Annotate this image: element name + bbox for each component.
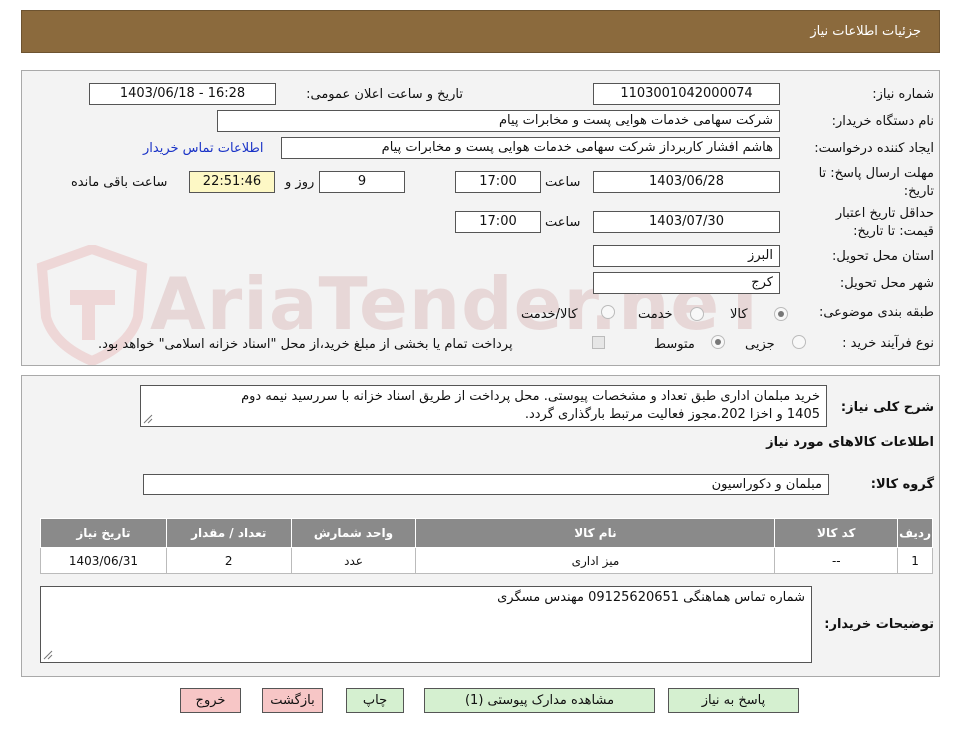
city-field: کرج xyxy=(593,272,780,294)
buyer-notes-textarea[interactable]: شماره تماس هماهنگی 09125620651 مهندس مسگ… xyxy=(40,586,812,663)
deadline-date-field: 1403/06/28 xyxy=(593,171,780,193)
need-number-label: شماره نیاز: xyxy=(872,87,934,102)
requester-field: هاشم افشار کاربرداز شرکت سهامی خدمات هوا… xyxy=(281,137,780,159)
category-both-label: کالا/خدمت xyxy=(521,307,578,322)
cell-code: -- xyxy=(774,547,899,574)
resize-grip-icon[interactable] xyxy=(43,650,53,660)
province-label: استان محل تحویل: xyxy=(832,249,934,264)
col-header-code: کد کالا xyxy=(774,518,899,548)
goods-info-title: اطلاعات کالاهای مورد نیاز xyxy=(766,435,934,450)
province-field: البرز xyxy=(593,245,780,267)
table-row: 1 -- میز اداری عدد 2 1403/06/31 xyxy=(40,547,933,574)
category-service-radio[interactable] xyxy=(690,307,704,321)
buyer-org-label: نام دستگاه خریدار: xyxy=(831,114,934,129)
buyer-contact-link[interactable]: اطلاعات تماس خریدار xyxy=(143,141,263,156)
print-button[interactable]: چاپ xyxy=(346,688,404,713)
exit-button[interactable]: خروج xyxy=(180,688,241,713)
goods-table: ردیف کد کالا نام کالا واحد شمارش تعداد /… xyxy=(40,518,933,574)
deadline-time-field: 17:00 xyxy=(455,171,541,193)
cell-quantity: 2 xyxy=(165,547,292,574)
need-number-field: 1103001042000074 xyxy=(593,83,780,105)
validity-label-line2: قیمت: تا تاریخ: xyxy=(853,224,934,239)
process-medium-label: متوسط xyxy=(654,337,695,352)
summary-label: شرح کلی نیاز: xyxy=(840,400,934,415)
col-header-unit: واحد شمارش xyxy=(290,518,417,548)
city-label: شهر محل تحویل: xyxy=(839,276,934,291)
process-partial-label: جزیی xyxy=(745,337,775,352)
category-both-radio[interactable] xyxy=(601,305,615,319)
page-header: جزئیات اطلاعات نیاز xyxy=(21,10,940,53)
reply-button[interactable]: پاسخ به نیاز xyxy=(668,688,799,713)
days-remaining-field: 9 xyxy=(319,171,405,193)
summary-textarea[interactable]: خرید مبلمان اداری طبق تعداد و مشخصات پیو… xyxy=(140,385,827,427)
treasury-payment-note: پرداخت تمام یا بخشی از مبلغ خرید،از محل … xyxy=(98,337,513,352)
category-label: طبقه بندی موضوعی: xyxy=(818,305,934,320)
announce-datetime-field: 1403/06/18 - 16:28 xyxy=(89,83,276,105)
deadline-label-line2: تاریخ: xyxy=(903,184,934,199)
process-medium-radio[interactable] xyxy=(711,335,725,349)
cell-date: 1403/06/31 xyxy=(40,547,167,574)
cell-row-number: 1 xyxy=(897,547,933,574)
view-attachments-button[interactable]: مشاهده مدارک پیوستی (1) xyxy=(424,688,655,713)
summary-line-1: خرید مبلمان اداری طبق تعداد و مشخصات پیو… xyxy=(241,389,820,404)
process-label: نوع فرآیند خرید : xyxy=(842,336,934,351)
cell-unit: عدد xyxy=(290,547,417,574)
category-goods-radio[interactable] xyxy=(774,307,788,321)
resize-grip-icon[interactable] xyxy=(143,414,153,424)
remaining-label: ساعت باقی مانده xyxy=(71,175,168,190)
page-title: جزئیات اطلاعات نیاز xyxy=(810,24,921,39)
category-service-label: خدمت xyxy=(638,307,673,322)
validity-time-field: 17:00 xyxy=(455,211,541,233)
back-button[interactable]: بازگشت xyxy=(262,688,323,713)
col-header-quantity: تعداد / مقدار xyxy=(165,518,292,548)
buyer-notes-label: توضیحات خریدار: xyxy=(824,617,934,632)
goods-group-field: مبلمان و دکوراسیون xyxy=(143,474,829,495)
category-goods-label: کالا xyxy=(730,307,748,322)
deadline-time-label: ساعت xyxy=(545,175,581,190)
announce-label: تاریخ و ساعت اعلان عمومی: xyxy=(306,87,463,102)
process-partial-radio[interactable] xyxy=(792,335,806,349)
remaining-time-field: 22:51:46 xyxy=(189,171,275,193)
validity-time-label: ساعت xyxy=(545,215,581,230)
treasury-payment-checkbox[interactable] xyxy=(592,336,605,349)
buyer-org-field: شرکت سهامی خدمات هوایی پست و مخابرات پیا… xyxy=(217,110,780,132)
validity-label-line1: حداقل تاریخ اعتبار xyxy=(835,206,934,221)
requester-label: ایجاد کننده درخواست: xyxy=(814,141,934,156)
col-header-row: ردیف xyxy=(897,518,933,548)
goods-group-label: گروه کالا: xyxy=(870,477,934,492)
deadline-label-line1: مهلت ارسال پاسخ: تا xyxy=(818,166,934,181)
cell-name: میز اداری xyxy=(415,547,776,574)
validity-date-field: 1403/07/30 xyxy=(593,211,780,233)
summary-line-2: 1405 و اخزا 202.مجوز فعالیت مرتبط بارگذا… xyxy=(524,407,820,422)
col-header-name: نام کالا xyxy=(415,518,776,548)
days-label: روز و xyxy=(285,175,315,190)
buyer-notes-text: شماره تماس هماهنگی 09125620651 مهندس مسگ… xyxy=(497,590,805,605)
col-header-date: تاریخ نیاز xyxy=(40,518,167,548)
